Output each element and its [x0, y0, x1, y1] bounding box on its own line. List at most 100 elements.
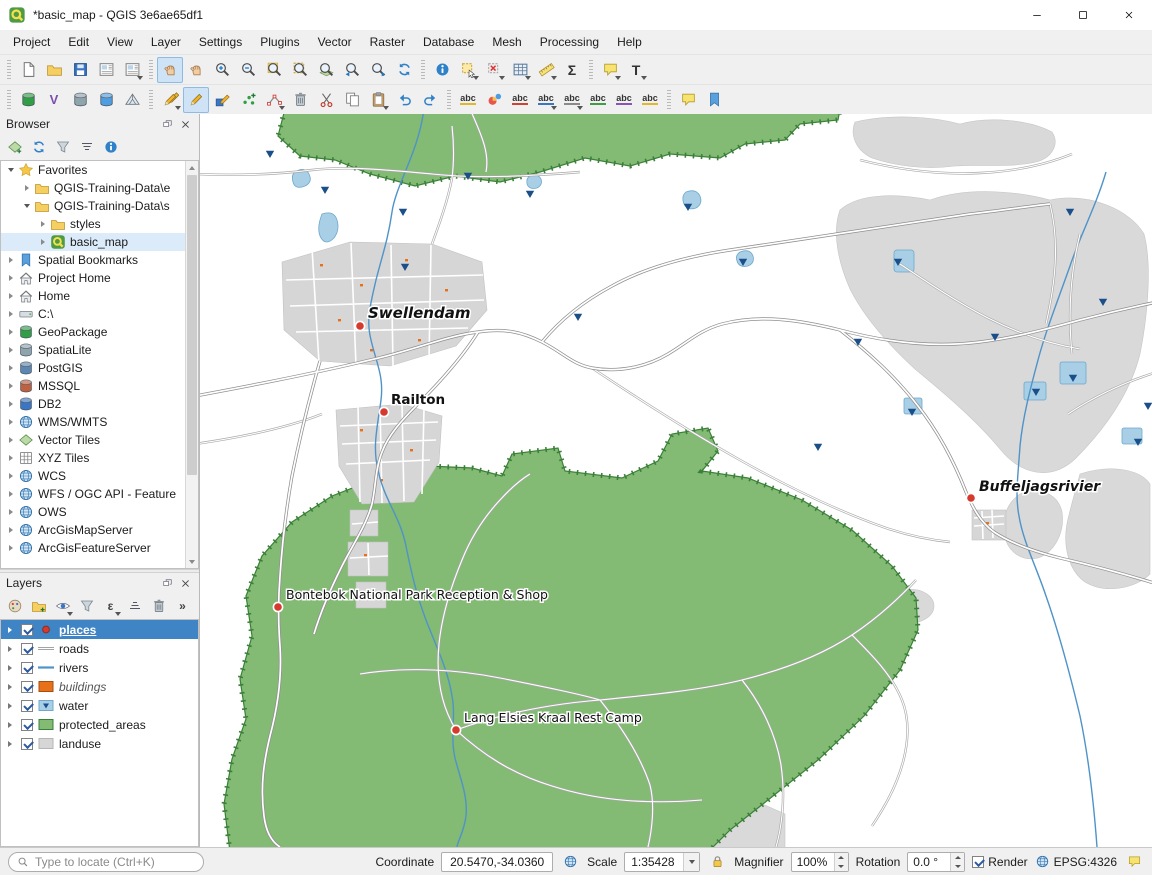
- toolbar-grip[interactable]: [7, 60, 11, 80]
- expander-icon[interactable]: [5, 345, 16, 356]
- layer-checkbox[interactable]: [21, 662, 33, 674]
- cut-features-button[interactable]: [313, 87, 339, 113]
- current-edits-button[interactable]: [157, 87, 183, 113]
- expander-icon[interactable]: [37, 219, 48, 230]
- browser-item-c-drive[interactable]: C:\: [1, 305, 198, 323]
- copy-features-button[interactable]: [339, 87, 365, 113]
- layer-checkbox[interactable]: [21, 643, 33, 655]
- messages-button[interactable]: [1124, 852, 1144, 872]
- crs-status-button[interactable]: EPSG:4326: [1035, 854, 1117, 869]
- move-label-button[interactable]: abc: [585, 87, 611, 113]
- menu-project[interactable]: Project: [4, 32, 59, 52]
- layer-row-protected-areas[interactable]: protected_areas: [1, 715, 198, 734]
- highlight-pinned-labels-button[interactable]: abc: [507, 87, 533, 113]
- browser-item-styles[interactable]: styles: [1, 215, 198, 233]
- toggle-editing-button[interactable]: [183, 87, 209, 113]
- open-project-button[interactable]: [41, 57, 67, 83]
- refresh-map-button[interactable]: [391, 57, 417, 83]
- zoom-full-button[interactable]: [261, 57, 287, 83]
- pan-to-selection-button[interactable]: [183, 57, 209, 83]
- expander-icon[interactable]: [5, 399, 16, 410]
- undo-button[interactable]: [391, 87, 417, 113]
- expander-icon[interactable]: [5, 273, 16, 284]
- expander-icon[interactable]: [21, 201, 32, 212]
- chevron-down-icon[interactable]: [683, 853, 699, 871]
- minimize-button[interactable]: [1014, 0, 1060, 30]
- browser-item-home[interactable]: Home: [1, 287, 198, 305]
- layers-close-button[interactable]: [178, 576, 193, 591]
- browser-item-basic-map[interactable]: basic_map: [1, 233, 198, 251]
- new-shapefile-layer-button[interactable]: V: [41, 87, 67, 113]
- toolbar-grip[interactable]: [589, 60, 593, 80]
- deselect-features-button[interactable]: [481, 57, 507, 83]
- identify-features-button[interactable]: [429, 57, 455, 83]
- filter-by-expression-button[interactable]: ε: [99, 595, 122, 618]
- new-spatial-bookmark-button[interactable]: [701, 87, 727, 113]
- zoom-to-layer-button[interactable]: [313, 57, 339, 83]
- browser-item-db2[interactable]: DB2: [1, 395, 198, 413]
- expander-icon[interactable]: [5, 489, 16, 500]
- expander-icon[interactable]: [5, 471, 16, 482]
- layer-checkbox[interactable]: [21, 624, 33, 636]
- menu-edit[interactable]: Edit: [59, 32, 98, 52]
- maximize-button[interactable]: [1060, 0, 1106, 30]
- browser-item-arcgis-feature-server[interactable]: ArcGisFeatureServer: [1, 539, 198, 557]
- show-hide-labels-button[interactable]: abc: [559, 87, 585, 113]
- menu-settings[interactable]: Settings: [190, 32, 251, 52]
- change-label-button[interactable]: abc: [637, 87, 663, 113]
- spin-arrows-icon[interactable]: [834, 853, 848, 871]
- show-map-tips-button[interactable]: [675, 87, 701, 113]
- layer-checkbox[interactable]: [21, 738, 33, 750]
- layer-row-buildings[interactable]: buildings: [1, 677, 198, 696]
- toolbar-grip[interactable]: [149, 60, 153, 80]
- layers-undock-button[interactable]: [160, 576, 175, 591]
- expander-icon[interactable]: [5, 507, 16, 518]
- layer-checkbox[interactable]: [21, 681, 33, 693]
- layer-row-water[interactable]: water: [1, 696, 198, 715]
- expander-icon[interactable]: [5, 435, 16, 446]
- browser-item-vector-tiles[interactable]: Vector Tiles: [1, 431, 198, 449]
- menu-mesh[interactable]: Mesh: [483, 32, 530, 52]
- lock-scale-button[interactable]: [707, 852, 727, 872]
- browser-item-wms[interactable]: WMS/WMTS: [1, 413, 198, 431]
- browser-item-training-data-e[interactable]: QGIS-Training-Data\e: [1, 179, 198, 197]
- filter-legend-button[interactable]: [75, 595, 98, 618]
- save-layer-edits-button[interactable]: [209, 87, 235, 113]
- browser-scrollbar[interactable]: [185, 161, 198, 568]
- place-marker-buffeljagsrivier[interactable]: [966, 493, 975, 502]
- coordinate-input[interactable]: 20.5470,-34.0360: [441, 852, 553, 872]
- measure-button[interactable]: [533, 57, 559, 83]
- add-point-feature-button[interactable]: [235, 87, 261, 113]
- expander-icon[interactable]: [4, 681, 15, 692]
- new-virtual-layer-button[interactable]: [93, 87, 119, 113]
- scroll-down-icon[interactable]: [186, 555, 198, 568]
- menu-plugins[interactable]: Plugins: [251, 32, 308, 52]
- place-marker-swellendam[interactable]: [355, 321, 364, 330]
- expander-icon[interactable]: [4, 719, 15, 730]
- expand-all-button[interactable]: [123, 595, 146, 618]
- expander-icon[interactable]: [5, 543, 16, 554]
- select-features-button[interactable]: [455, 57, 481, 83]
- layer-diagram-options-button[interactable]: [481, 87, 507, 113]
- spin-arrows-icon[interactable]: [950, 853, 964, 871]
- expander-icon[interactable]: [5, 291, 16, 302]
- save-project-button[interactable]: [67, 57, 93, 83]
- browser-item-wfs[interactable]: WFS / OGC API - Feature: [1, 485, 198, 503]
- rotate-label-button[interactable]: abc: [611, 87, 637, 113]
- browser-item-spatialite[interactable]: SpatiaLite: [1, 341, 198, 359]
- pan-map-button[interactable]: [157, 57, 183, 83]
- browser-item-mssql[interactable]: MSSQL: [1, 377, 198, 395]
- layer-labeling-options-button[interactable]: abc: [455, 87, 481, 113]
- expander-icon[interactable]: [5, 165, 16, 176]
- map-canvas[interactable]: Swellendam Railton Buffeljagsrivier Bont…: [200, 114, 1152, 847]
- expander-icon[interactable]: [4, 738, 15, 749]
- expander-icon[interactable]: [5, 363, 16, 374]
- browser-item-wcs[interactable]: WCS: [1, 467, 198, 485]
- zoom-to-selection-button[interactable]: [287, 57, 313, 83]
- scale-combo[interactable]: 1:35428: [624, 852, 700, 872]
- add-selected-layers-button[interactable]: [3, 136, 26, 159]
- open-attribute-table-button[interactable]: [507, 57, 533, 83]
- browser-item-ows[interactable]: OWS: [1, 503, 198, 521]
- collapse-all-button[interactable]: [75, 136, 98, 159]
- refresh-browser-button[interactable]: [27, 136, 50, 159]
